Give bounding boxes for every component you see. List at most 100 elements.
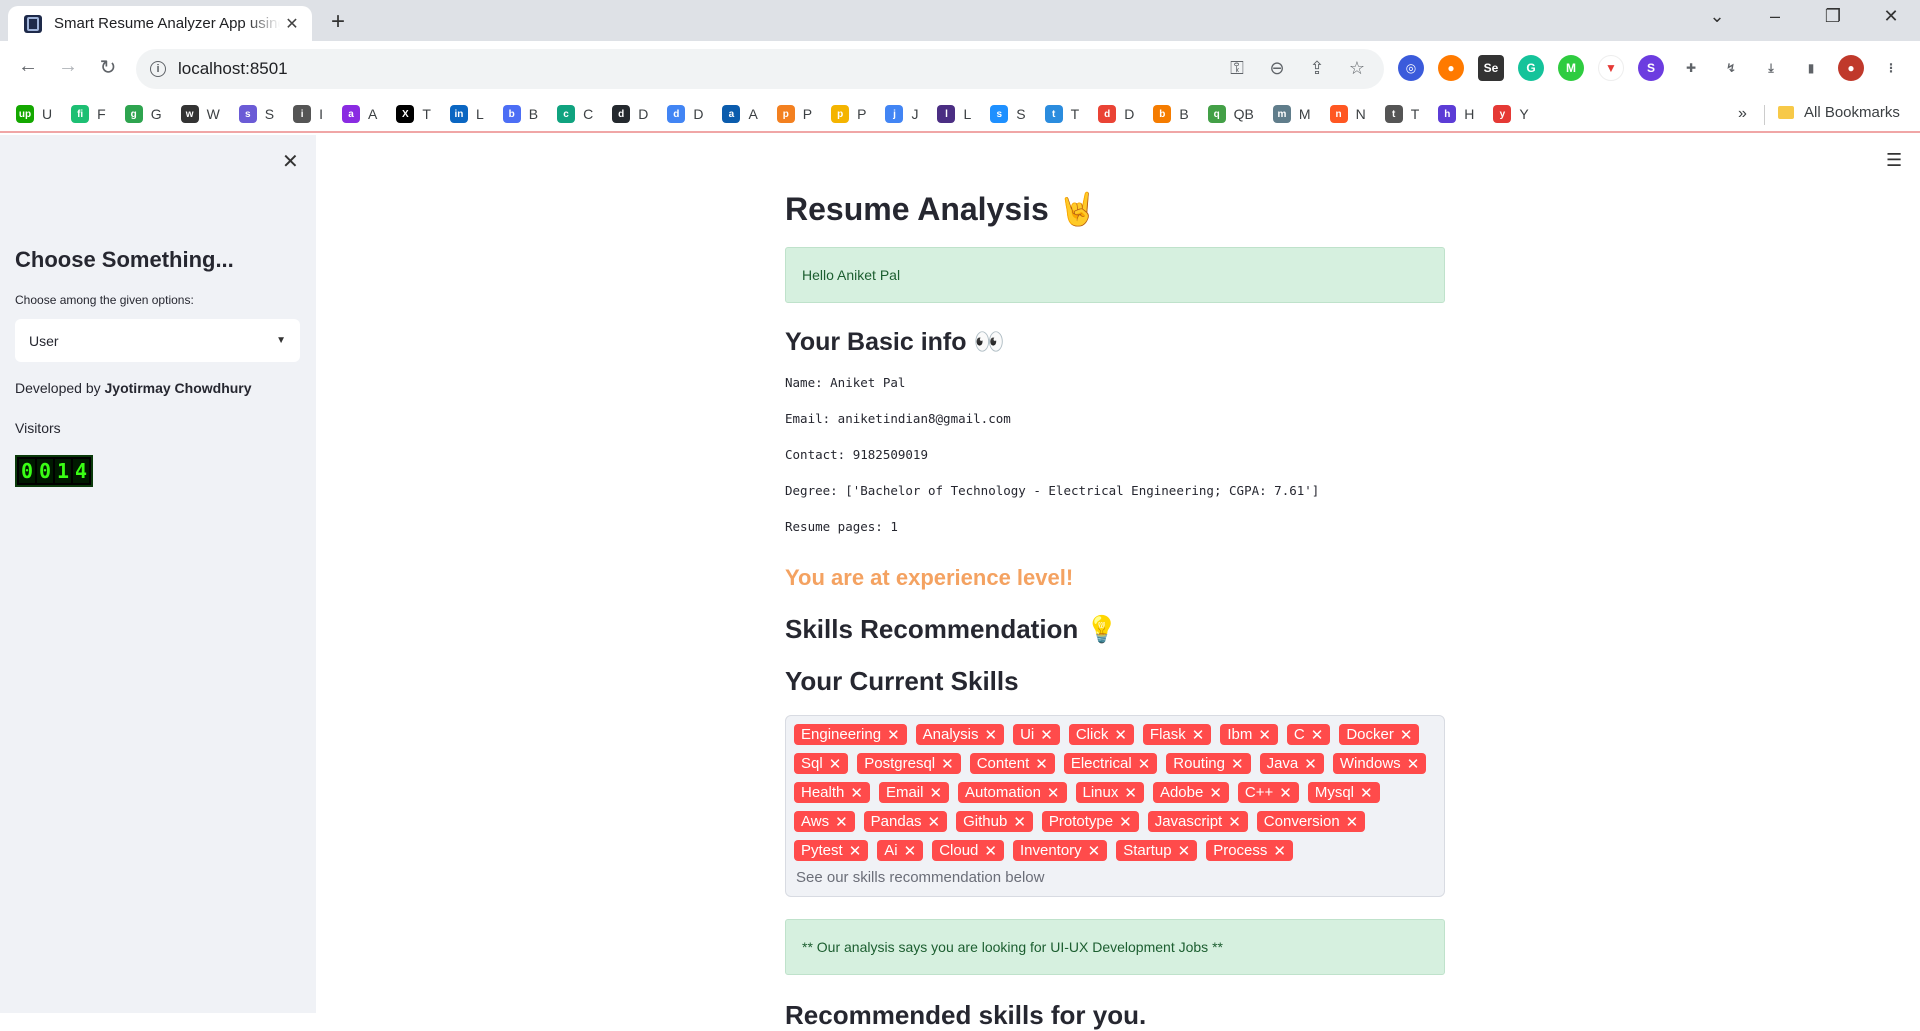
- side-panel-icon[interactable]: ▮: [1798, 55, 1824, 81]
- remove-skill-icon[interactable]: ✕: [1047, 784, 1060, 802]
- remove-skill-icon[interactable]: ✕: [1124, 784, 1137, 802]
- extensions-puzzle-icon[interactable]: ✚: [1678, 55, 1704, 81]
- skill-tag[interactable]: Health ✕: [794, 782, 870, 803]
- skill-tag[interactable]: Routing ✕: [1166, 753, 1251, 774]
- skill-tag[interactable]: Electrical ✕: [1063, 753, 1158, 774]
- selenium-extension-icon[interactable]: Se: [1478, 55, 1504, 81]
- remove-skill-icon[interactable]: ✕: [835, 813, 848, 831]
- remove-skill-icon[interactable]: ✕: [1273, 842, 1286, 860]
- remove-skill-icon[interactable]: ✕: [1178, 842, 1191, 860]
- bookmark-item[interactable]: lL: [937, 105, 971, 123]
- remove-skill-icon[interactable]: ✕: [1279, 784, 1292, 802]
- performance-icon[interactable]: ↯: [1718, 55, 1744, 81]
- key-icon[interactable]: ⚿: [1224, 58, 1250, 79]
- bookmark-item[interactable]: yY: [1493, 105, 1529, 123]
- remove-skill-icon[interactable]: ✕: [1209, 784, 1222, 802]
- more-options-icon[interactable]: ⋮: [1878, 55, 1904, 81]
- skill-tag[interactable]: Linux ✕: [1075, 782, 1144, 803]
- restore-icon[interactable]: ❐: [1810, 6, 1856, 27]
- address-bar[interactable]: i localhost:8501 ⚿ ⊖ ⇪ ☆: [136, 49, 1384, 89]
- remove-skill-icon[interactable]: ✕: [984, 842, 997, 860]
- skill-tag[interactable]: Postgresql ✕: [857, 753, 961, 774]
- skill-tag[interactable]: Javascript ✕: [1147, 811, 1248, 832]
- remove-skill-icon[interactable]: ✕: [904, 842, 917, 860]
- extension-icon[interactable]: ▼: [1598, 55, 1624, 81]
- bookmark-item[interactable]: aA: [342, 105, 377, 123]
- share-icon[interactable]: ⇪: [1304, 58, 1330, 79]
- remove-skill-icon[interactable]: ✕: [1360, 784, 1373, 802]
- extension-icon[interactable]: ●: [1438, 55, 1464, 81]
- skill-tag[interactable]: Java ✕: [1259, 753, 1324, 774]
- extension-icon[interactable]: ◎: [1398, 55, 1424, 81]
- extension-icon[interactable]: S: [1638, 55, 1664, 81]
- bookmark-item[interactable]: fi F: [71, 105, 106, 123]
- remove-skill-icon[interactable]: ✕: [1035, 755, 1048, 773]
- back-icon[interactable]: ←: [14, 55, 42, 78]
- bookmark-item[interactable]: XT: [396, 105, 431, 123]
- bookmark-item[interactable]: dD: [612, 105, 648, 123]
- bookmark-item[interactable]: pP: [776, 105, 812, 123]
- skill-tag[interactable]: Cloud ✕: [932, 840, 1004, 861]
- skill-tag[interactable]: Docker ✕: [1339, 724, 1420, 745]
- skill-tag[interactable]: Startup ✕: [1116, 840, 1198, 861]
- all-bookmarks[interactable]: All Bookmarks: [1778, 104, 1900, 121]
- skill-tag[interactable]: Click ✕: [1068, 724, 1134, 745]
- skills-multiselect[interactable]: Engineering ✕ Analysis ✕ Ui ✕ Click ✕ Flask ✕ Ibm ✕…: [785, 715, 1445, 897]
- skill-tag[interactable]: C ✕: [1286, 724, 1331, 745]
- skill-tag[interactable]: C++ ✕: [1237, 782, 1299, 803]
- download-icon[interactable]: ⤓: [1758, 55, 1784, 81]
- bookmark-item[interactable]: tT: [1044, 105, 1079, 123]
- skill-tag[interactable]: Ibm ✕: [1220, 724, 1278, 745]
- reload-icon[interactable]: ↻: [94, 55, 122, 80]
- remove-skill-icon[interactable]: ✕: [1088, 842, 1101, 860]
- extension-icon[interactable]: M: [1558, 55, 1584, 81]
- remove-skill-icon[interactable]: ✕: [829, 755, 842, 773]
- skill-tag[interactable]: Process ✕: [1206, 840, 1293, 861]
- remove-skill-icon[interactable]: ✕: [1013, 813, 1026, 831]
- user-type-select[interactable]: User ▼: [15, 319, 300, 362]
- profile-avatar[interactable]: ●: [1838, 55, 1864, 81]
- bookmark-item[interactable]: sS: [990, 105, 1026, 123]
- skill-tag[interactable]: Sql ✕: [794, 753, 849, 774]
- active-tab[interactable]: Smart Resume Analyzer App using ✕: [8, 6, 312, 41]
- skill-tag[interactable]: Conversion ✕: [1256, 811, 1366, 832]
- remove-skill-icon[interactable]: ✕: [1040, 726, 1053, 744]
- close-sidebar-icon[interactable]: ✕: [282, 149, 299, 174]
- bookmark-star-icon[interactable]: ☆: [1344, 58, 1370, 79]
- skill-tag[interactable]: Engineering ✕: [794, 724, 907, 745]
- skill-tag[interactable]: Aws ✕: [794, 811, 855, 832]
- bookmark-item[interactable]: dD: [1098, 105, 1134, 123]
- bookmark-item[interactable]: nN: [1329, 105, 1366, 123]
- remove-skill-icon[interactable]: ✕: [941, 755, 954, 773]
- remove-skill-icon[interactable]: ✕: [887, 726, 900, 744]
- window-close-icon[interactable]: ✕: [1868, 6, 1914, 27]
- bookmark-item[interactable]: pP: [831, 105, 866, 123]
- bookmark-item[interactable]: mM: [1272, 105, 1311, 123]
- skill-tag[interactable]: Inventory ✕: [1012, 840, 1108, 861]
- bookmark-item[interactable]: tT: [1384, 105, 1419, 123]
- skill-tag[interactable]: Analysis ✕: [915, 724, 1005, 745]
- bookmark-item[interactable]: sS: [238, 105, 274, 123]
- new-tab-icon[interactable]: +: [324, 8, 352, 36]
- bookmark-item[interactable]: hH: [1438, 105, 1474, 123]
- remove-skill-icon[interactable]: ✕: [928, 813, 941, 831]
- grammarly-icon[interactable]: G: [1518, 55, 1544, 81]
- bookmark-item[interactable]: jJ: [885, 105, 918, 123]
- bookmark-item[interactable]: bB: [1153, 105, 1189, 123]
- tab-close-icon[interactable]: ✕: [282, 14, 302, 34]
- hamburger-menu-icon[interactable]: ☰: [1886, 150, 1902, 171]
- skill-tag[interactable]: Prototype ✕: [1041, 811, 1139, 832]
- remove-skill-icon[interactable]: ✕: [1231, 755, 1244, 773]
- bookmark-item[interactable]: up U: [16, 105, 52, 123]
- bookmark-item[interactable]: wW: [180, 105, 220, 123]
- bookmark-item[interactable]: q QB: [1207, 105, 1254, 123]
- bookmark-item[interactable]: dD: [667, 105, 703, 123]
- bookmark-item[interactable]: cC: [557, 105, 593, 123]
- skill-tag[interactable]: Mysql ✕: [1307, 782, 1380, 803]
- remove-skill-icon[interactable]: ✕: [1407, 755, 1420, 773]
- zoom-icon[interactable]: ⊖: [1264, 58, 1290, 79]
- bookmark-item[interactable]: aA: [722, 105, 758, 123]
- remove-skill-icon[interactable]: ✕: [1114, 726, 1127, 744]
- remove-skill-icon[interactable]: ✕: [849, 842, 862, 860]
- bookmark-item[interactable]: iI: [293, 105, 323, 123]
